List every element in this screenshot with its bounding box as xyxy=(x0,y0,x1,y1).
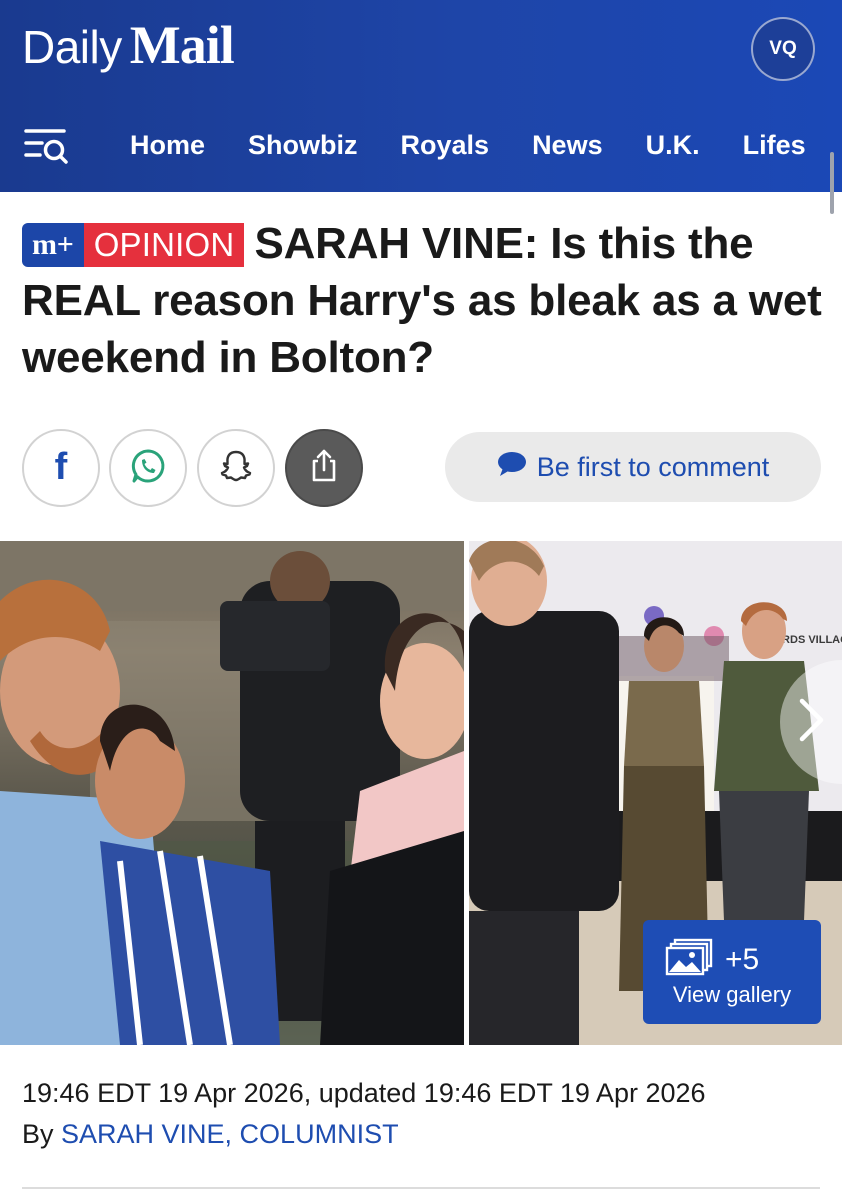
divider xyxy=(22,1187,820,1189)
scrollbar-thumb[interactable] xyxy=(830,152,834,214)
share-snapchat-button[interactable] xyxy=(197,429,275,507)
user-avatar-button[interactable]: VQ xyxy=(751,17,815,81)
gallery-count: +5 xyxy=(725,942,760,976)
opinion-badge: OPINION xyxy=(83,222,245,267)
gallery-label: View gallery xyxy=(672,982,792,1007)
svg-text:f: f xyxy=(55,446,68,486)
nav-item-showbiz[interactable]: Showbiz xyxy=(248,124,358,166)
mail-plus-badge: m+ xyxy=(22,222,84,267)
snapchat-icon xyxy=(216,446,256,491)
menu-search-icon[interactable] xyxy=(24,126,70,166)
nav-item-uk[interactable]: U.K. xyxy=(646,124,700,166)
author-link[interactable]: SARAH VINE, COLUMNIST xyxy=(61,1119,399,1149)
share-icon xyxy=(304,446,344,491)
share-whatsapp-button[interactable] xyxy=(109,429,187,507)
article-photo-left[interactable] xyxy=(0,541,464,1045)
logo-daily-text: Daily xyxy=(22,21,122,73)
article-timestamp: 19:46 EDT 19 Apr 2026, updated 19:46 EDT… xyxy=(22,1078,706,1108)
photo-left-illustration xyxy=(0,541,464,1045)
facebook-icon: f xyxy=(44,446,78,491)
article-byline: By SARAH VINE, COLUMNIST xyxy=(22,1119,399,1150)
view-gallery-button[interactable]: +5 View gallery xyxy=(643,920,821,1024)
chevron-right-icon xyxy=(796,697,826,748)
village-sign-text: IRDS VILLAGE xyxy=(779,634,842,646)
share-facebook-button[interactable]: f xyxy=(22,429,100,507)
share-more-button[interactable] xyxy=(285,429,363,507)
comment-bubble-icon xyxy=(497,451,527,484)
main-navigation: Home Showbiz Royals News U.K. Lifes xyxy=(130,124,842,166)
comments-button[interactable]: Be first to comment xyxy=(445,432,821,502)
nav-item-home[interactable]: Home xyxy=(130,124,205,166)
nav-item-royals[interactable]: Royals xyxy=(401,124,490,166)
article-headline: m+ OPINION SARAH VINE: Is this the REAL … xyxy=(22,215,822,386)
nav-item-lifestyle[interactable]: Lifes xyxy=(743,124,806,166)
byline-prefix: By xyxy=(22,1119,62,1149)
premium-opinion-badge: m+ OPINION xyxy=(22,222,245,267)
whatsapp-icon xyxy=(128,446,168,491)
daily-mail-logo[interactable]: Daily Mail xyxy=(22,14,235,75)
gallery-images-icon xyxy=(665,938,715,981)
site-header: Daily Mail VQ Home Showbiz Royals News U… xyxy=(0,0,842,192)
logo-mail-text: Mail xyxy=(129,15,235,75)
gallery-count-row: +5 xyxy=(665,938,759,981)
nav-item-news[interactable]: News xyxy=(532,124,603,166)
comments-label: Be first to comment xyxy=(536,451,770,482)
